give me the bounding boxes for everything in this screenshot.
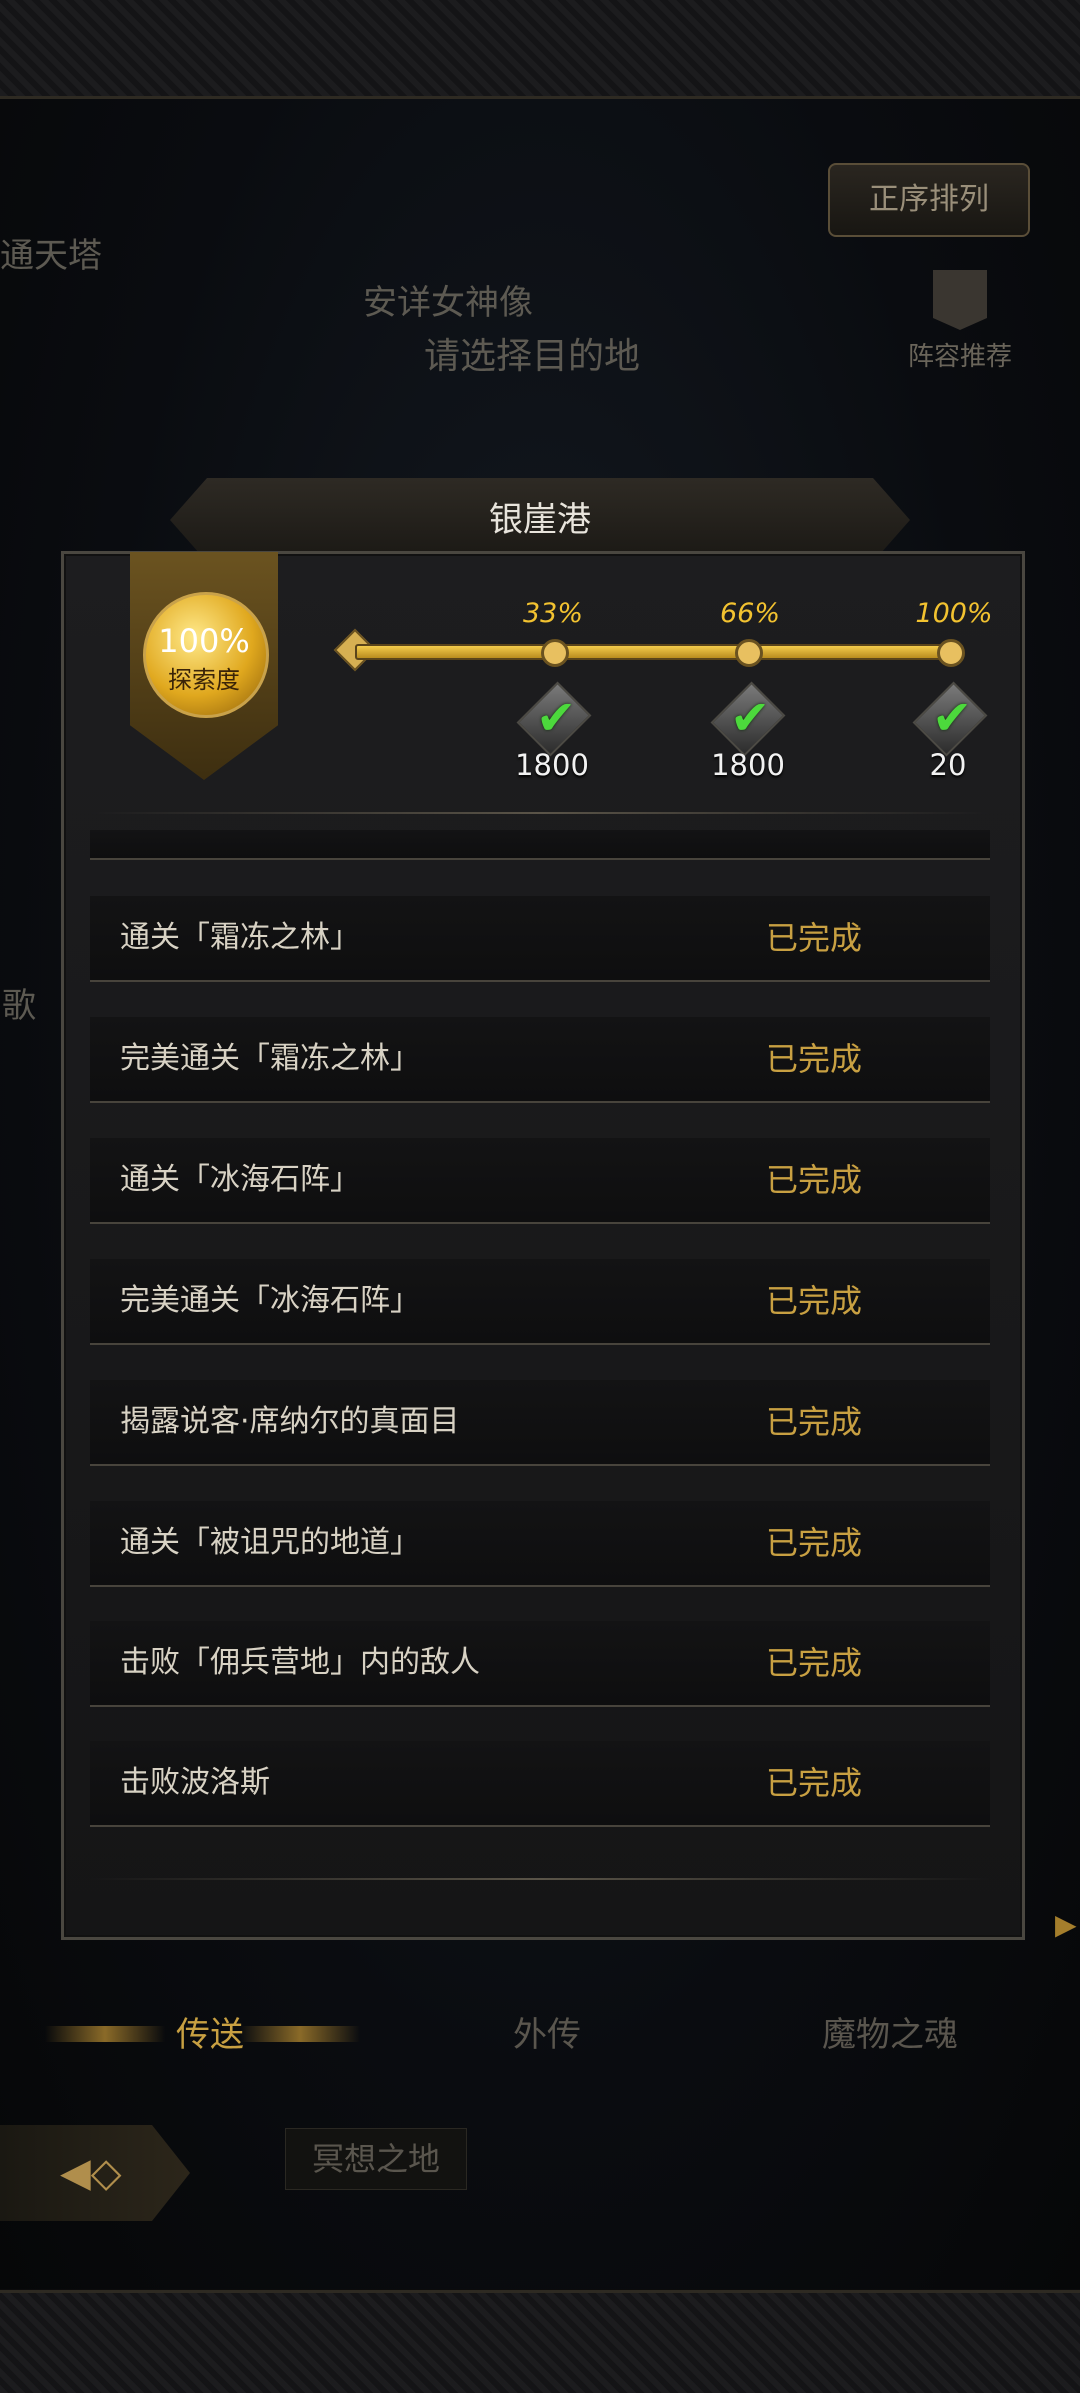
milestone-node bbox=[937, 639, 965, 667]
reward-count: 1800 bbox=[515, 748, 589, 782]
lineup-recommend-button[interactable]: 阵容推荐 bbox=[900, 270, 1020, 380]
milestone-percent: 33% bbox=[522, 598, 583, 629]
check-icon: ✔ bbox=[932, 690, 973, 746]
side-label: 歌 bbox=[2, 986, 36, 1026]
task-status: 已完成 bbox=[766, 1524, 863, 1562]
reward-count: 20 bbox=[929, 748, 967, 782]
tab-teleport[interactable]: 传送 bbox=[90, 1995, 330, 2075]
check-icon: ✔ bbox=[730, 690, 771, 746]
task-status: 已完成 bbox=[766, 1644, 863, 1682]
list-item: 完美通关「霜冻之林」 已完成 bbox=[90, 1017, 990, 1103]
select-destination-text: 请选择目的地 bbox=[424, 336, 641, 377]
task-status: 已完成 bbox=[766, 919, 863, 957]
lineup-recommend-label: 阵容推荐 bbox=[907, 342, 1012, 372]
milestone-reward[interactable]: ✔ bbox=[912, 681, 988, 757]
list-item: 通关「冰海石阵」 已完成 bbox=[90, 1138, 990, 1224]
bottom-tabs: 传送 外传 魔物之魂 bbox=[0, 1995, 1080, 2075]
list-item-partial bbox=[90, 830, 990, 860]
task-status: 已完成 bbox=[766, 1040, 863, 1078]
sort-button[interactable]: 正序排列 bbox=[828, 163, 1030, 237]
tower-label: 通天塔 bbox=[0, 236, 102, 276]
list-item: 击败「佣兵营地」内的敌人 已完成 bbox=[90, 1621, 990, 1707]
task-label: 击败波洛斯 bbox=[120, 1765, 270, 1800]
exploration-label: 探索度 bbox=[168, 666, 240, 694]
tab-monster-soul[interactable]: 魔物之魂 bbox=[770, 1995, 1010, 2075]
task-label: 通关「霜冻之林」 bbox=[120, 920, 360, 955]
thumbs-up-icon bbox=[933, 270, 987, 330]
milestone-node bbox=[541, 639, 569, 667]
task-label: 击败「佣兵营地」内的敌人 bbox=[120, 1645, 480, 1680]
task-status: 已完成 bbox=[766, 1161, 863, 1199]
meditation-land-tab[interactable]: 冥想之地 bbox=[285, 2128, 467, 2190]
milestone-percent: 100% bbox=[915, 598, 993, 629]
divider bbox=[90, 812, 990, 814]
tab-side-story[interactable]: 外传 bbox=[427, 1995, 667, 2075]
panel-title: 银崖港 bbox=[489, 500, 591, 540]
statue-label: 安详女神像 bbox=[363, 283, 533, 323]
milestone-reward[interactable]: ✔ bbox=[710, 681, 786, 757]
list-item: 击败波洛斯 已完成 bbox=[90, 1741, 990, 1827]
check-icon: ✔ bbox=[536, 690, 577, 746]
task-label: 完美通关「冰海石阵」 bbox=[120, 1283, 420, 1318]
list-item: 完美通关「冰海石阵」 已完成 bbox=[90, 1259, 990, 1345]
task-label: 通关「被诅咒的地道」 bbox=[120, 1525, 420, 1560]
task-list[interactable]: 通关「霜冻之林」 已完成 完美通关「霜冻之林」 已完成 通关「冰海石阵」 已完成… bbox=[90, 830, 990, 1875]
task-label: 揭露说客·席纳尔的真面目 bbox=[120, 1404, 460, 1439]
reward-count: 1800 bbox=[711, 748, 785, 782]
milestone-reward[interactable]: ✔ bbox=[516, 681, 592, 757]
exploration-progress-bar bbox=[355, 644, 956, 660]
task-status: 已完成 bbox=[766, 1282, 863, 1320]
list-item: 通关「被诅咒的地道」 已完成 bbox=[90, 1501, 990, 1587]
chevron-right-icon[interactable]: ▶ bbox=[1055, 1908, 1077, 1941]
list-item: 揭露说客·席纳尔的真面目 已完成 bbox=[90, 1380, 990, 1466]
milestone-node bbox=[735, 639, 763, 667]
bottom-frame bbox=[0, 2290, 1080, 2393]
divider bbox=[90, 1878, 990, 1880]
task-label: 完美通关「霜冻之林」 bbox=[120, 1041, 420, 1076]
exploration-percent: 100% bbox=[158, 622, 250, 660]
task-status: 已完成 bbox=[766, 1403, 863, 1441]
milestone-percent: 66% bbox=[719, 598, 780, 629]
task-label: 通关「冰海石阵」 bbox=[120, 1162, 360, 1197]
top-frame bbox=[0, 0, 1080, 99]
task-status: 已完成 bbox=[766, 1764, 863, 1802]
list-item: 通关「霜冻之林」 已完成 bbox=[90, 896, 990, 982]
back-arrow-icon: ◀◇ bbox=[60, 2150, 122, 2196]
